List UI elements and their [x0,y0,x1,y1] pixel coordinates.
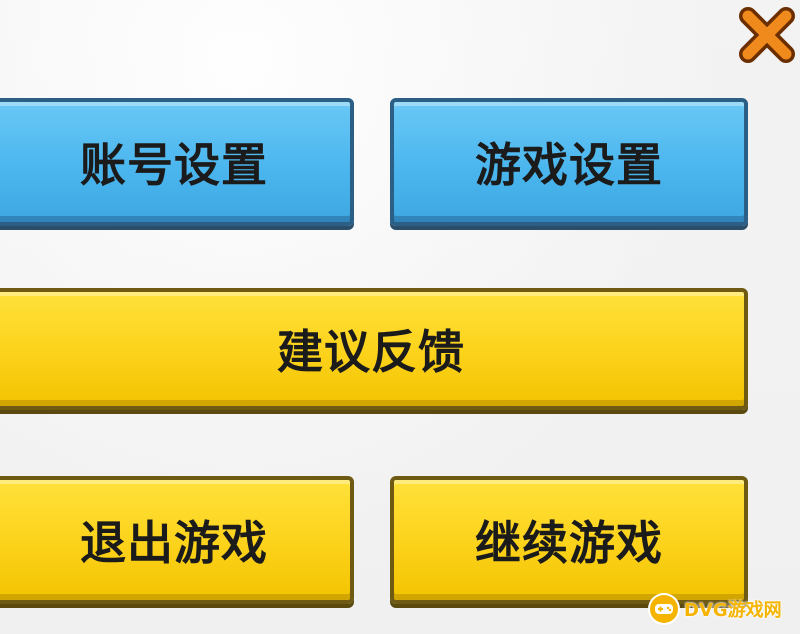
site-watermark: DVG游戏网 [650,594,782,624]
gamepad-icon [650,595,678,623]
watermark-text: DVG游戏网 [684,600,782,621]
feedback-button[interactable]: 建议反馈 [0,288,748,410]
account-settings-label: 账号设置 [80,138,268,192]
feedback-label: 建议反馈 [277,325,465,379]
game-settings-label: 游戏设置 [475,138,663,192]
close-icon[interactable] [736,4,798,66]
continue-game-button[interactable]: 继续游戏 [390,476,748,604]
game-settings-button[interactable]: 游戏设置 [390,98,748,226]
continue-game-label: 继续游戏 [475,516,663,570]
account-settings-button[interactable]: 账号设置 [0,98,354,226]
quit-game-label: 退出游戏 [80,516,268,570]
quit-game-button[interactable]: 退出游戏 [0,476,354,604]
